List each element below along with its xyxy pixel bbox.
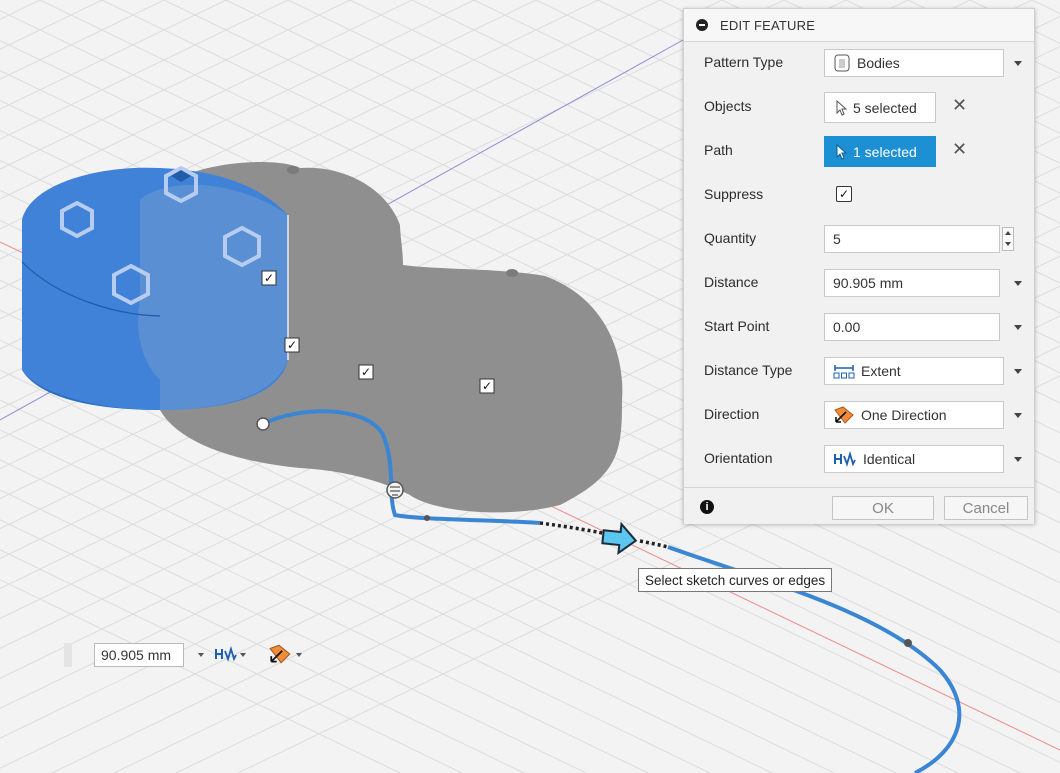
chevron-down-icon[interactable] [1014, 369, 1022, 374]
distance-type-dropdown[interactable]: Extent [824, 357, 1004, 385]
suppress-label: Suppress [704, 186, 764, 202]
drag-handle[interactable] [64, 643, 72, 667]
chevron-down-icon[interactable] [1014, 61, 1022, 66]
orientation-label: Orientation [704, 450, 773, 466]
cancel-button[interactable]: Cancel [944, 496, 1028, 520]
distance-label: Distance [704, 274, 759, 290]
distance-type-row: Distance Type Extent [684, 349, 1034, 393]
distance-type-label: Distance Type [704, 362, 793, 378]
chevron-down-icon[interactable] [1014, 413, 1022, 418]
selected-cylinder-body[interactable] [21, 165, 289, 410]
objects-label: Objects [704, 98, 752, 114]
svg-text:✓: ✓ [287, 338, 297, 352]
pointer-icon [835, 99, 849, 116]
suppress-checkbox[interactable]: ✓ [836, 186, 852, 202]
path-direction-glyph[interactable] [386, 481, 404, 499]
path-row: Path 1 selected ✕ [684, 129, 1034, 173]
quantity-stepper[interactable] [1002, 227, 1014, 251]
bodies-icon [833, 54, 851, 72]
chevron-down-icon[interactable] [240, 653, 246, 657]
path-label: Path [704, 142, 733, 158]
suppress-row: Suppress ✓ [684, 173, 1034, 217]
quantity-row: Quantity 5 [684, 217, 1034, 261]
distance-row: Distance 90.905 mm [684, 261, 1034, 305]
svg-text:✓: ✓ [361, 365, 371, 379]
collapse-panel-icon[interactable] [696, 19, 708, 31]
orientation-row: Orientation Identical [684, 437, 1034, 481]
select-cursor-icon [601, 521, 638, 556]
one-direction-icon[interactable] [268, 642, 292, 671]
tooltip: Select sketch curves or edges [638, 568, 833, 592]
quantity-label: Quantity [704, 230, 757, 246]
start-point-label: Start Point [704, 318, 770, 334]
objects-row: Objects 5 selected ✕ [684, 85, 1034, 129]
edit-feature-panel: EDIT FEATURE Pattern Type Bodies Objects… [683, 8, 1035, 524]
identical-orientation-icon [833, 450, 857, 468]
identical-orientation-icon[interactable] [214, 644, 238, 669]
orientation-dropdown[interactable]: Identical [824, 445, 1004, 473]
panel-header: EDIT FEATURE [684, 9, 1034, 42]
instance-checkbox[interactable]: ✓ [284, 337, 300, 353]
quantity-input[interactable]: 5 [824, 225, 1000, 253]
extent-icon [833, 362, 855, 380]
direction-row: Direction One Direction [684, 393, 1034, 437]
chevron-down-icon[interactable] [1014, 325, 1022, 330]
chevron-down-icon[interactable] [198, 653, 204, 657]
svg-text:✓: ✓ [482, 379, 492, 393]
distance-input[interactable]: 90.905 mm [824, 269, 1000, 297]
direction-label: Direction [704, 406, 760, 422]
pointer-icon [835, 143, 849, 160]
pattern-type-row: Pattern Type Bodies [684, 41, 1034, 85]
pattern-type-dropdown[interactable]: Bodies [824, 49, 1004, 77]
canvas-mini-toolbar: 90.905 mm [64, 642, 324, 670]
panel-title: EDIT FEATURE [720, 17, 816, 33]
path-select-button[interactable]: 1 selected [824, 136, 936, 167]
distance-value-input[interactable]: 90.905 mm [94, 643, 184, 667]
direction-dropdown[interactable]: One Direction [824, 401, 1004, 429]
objects-select-button[interactable]: 5 selected [824, 92, 936, 123]
clear-path-icon[interactable]: ✕ [952, 139, 967, 160]
chevron-down-icon[interactable] [1014, 457, 1022, 462]
ok-button[interactable]: OK [832, 496, 934, 520]
panel-footer: i OK Cancel [684, 487, 1034, 524]
info-icon[interactable]: i [700, 500, 714, 514]
clear-objects-icon[interactable]: ✕ [952, 95, 967, 116]
start-point-row: Start Point 0.00 [684, 305, 1034, 349]
svg-text:✓: ✓ [264, 271, 274, 285]
one-direction-icon [833, 405, 855, 425]
instance-checkbox[interactable]: ✓ [479, 378, 495, 394]
instance-checkbox[interactable]: ✓ [358, 364, 374, 380]
chevron-down-icon[interactable] [296, 653, 302, 657]
pattern-type-label: Pattern Type [704, 54, 784, 70]
instance-checkbox[interactable]: ✓ [261, 270, 277, 286]
start-point-input[interactable]: 0.00 [824, 313, 1000, 341]
chevron-down-icon[interactable] [1014, 281, 1022, 286]
